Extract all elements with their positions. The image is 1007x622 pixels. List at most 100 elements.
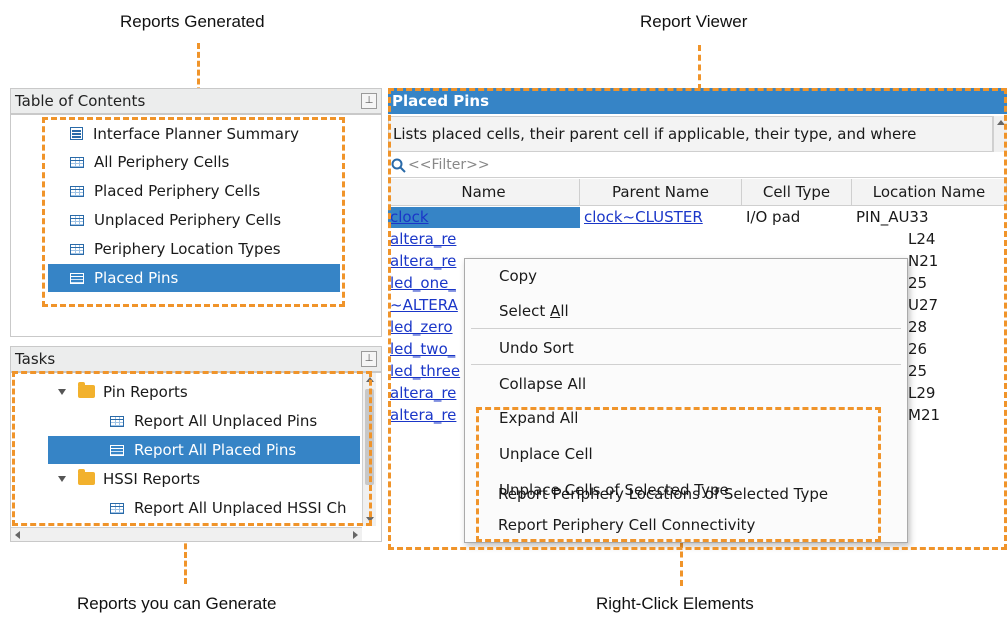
table-cell-location: PIN_AU33 [856, 208, 929, 226]
scroll-thumb[interactable] [365, 389, 374, 485]
connector-right-click-elements [680, 542, 683, 586]
table-cell-link[interactable]: clock [390, 208, 429, 226]
toc-item-label: Placed Pins [94, 269, 179, 287]
tasks-item-report-all-placed-pins[interactable]: Report All Placed Pins [48, 436, 360, 464]
scroll-up-icon[interactable] [997, 120, 1005, 125]
table-cell-parent[interactable]: clock~CLUSTER [584, 207, 742, 228]
viewer-title-bar: Placed Pins [388, 88, 1007, 114]
search-icon[interactable] [391, 158, 407, 174]
filter-bar[interactable]: <<Filter>> [388, 154, 1007, 178]
menu-separator [471, 328, 901, 329]
table-cell-location: 26 [908, 340, 928, 358]
table-icon [110, 445, 124, 456]
scroll-right-icon[interactable] [353, 531, 358, 539]
table-cell-location: N21 [908, 252, 939, 270]
table-icon [70, 273, 84, 284]
folder-icon [78, 469, 95, 485]
connector-report-viewer [698, 45, 701, 90]
table-row-clock-name[interactable]: clock [388, 207, 580, 228]
tasks-item-report-all-unplaced-hssi[interactable]: Report All Unplaced HSSI Ch [110, 494, 360, 522]
table-cell-location: L24 [908, 230, 936, 248]
table-icon [70, 157, 84, 168]
scroll-up-icon[interactable] [366, 377, 374, 382]
tasks-title: Tasks [15, 350, 56, 368]
menu-item-copy[interactable]: Copy [499, 267, 537, 285]
tasks-item-label: Pin Reports [103, 383, 188, 401]
tasks-item-report-all-unplaced-pins[interactable]: Report All Unplaced Pins [110, 407, 317, 435]
toc-item-interface-planner-summary[interactable]: Interface Planner Summary [70, 120, 299, 148]
table-row[interactable]: ~ALTERA [390, 295, 465, 316]
table-cell-link[interactable]: led_two_ [390, 340, 455, 358]
table-cell-link[interactable]: altera_re [390, 384, 456, 402]
toc-item-all-periphery-cells[interactable]: All Periphery Cells [70, 148, 229, 176]
callout-report-viewer: Report Viewer [640, 12, 748, 31]
table-cell-link[interactable]: altera_re [390, 406, 456, 424]
viewer-description: Lists placed cells, their parent cell if… [388, 116, 993, 152]
table-icon [70, 186, 84, 197]
table-cell-link[interactable]: altera_re [390, 230, 456, 248]
table-row[interactable]: altera_re [390, 383, 465, 404]
column-header-parent-name[interactable]: Parent Name [580, 179, 742, 206]
menu-item-unplace-cell[interactable]: Unplace Cell [499, 445, 593, 463]
viewer-title: Placed Pins [392, 92, 490, 110]
table-cell-link[interactable]: led_one_ [390, 274, 456, 292]
toc-item-placed-periphery-cells[interactable]: Placed Periphery Cells [70, 177, 260, 205]
menu-item-undo-sort[interactable]: Undo Sort [499, 339, 574, 357]
table-row[interactable]: led_two_ [390, 339, 465, 360]
table-icon [70, 244, 84, 255]
callout-right-click-elements: Right-Click Elements [596, 594, 754, 613]
menu-item-report-periphery-cell-connectivity[interactable]: Report Periphery Cell Connectivity [498, 516, 755, 534]
folder-icon [78, 382, 95, 398]
scroll-down-icon[interactable] [366, 517, 374, 522]
table-row[interactable]: altera_re [390, 405, 465, 426]
table-cell-link[interactable]: ~ALTERA [390, 296, 458, 314]
toc-item-label: Placed Periphery Cells [94, 182, 261, 200]
column-header-name[interactable]: Name [388, 179, 580, 206]
description-scrollbar[interactable] [993, 116, 1007, 152]
chevron-down-icon[interactable] [58, 389, 66, 395]
table-cell-link[interactable]: clock~CLUSTER [584, 208, 703, 226]
table-cell-location: 28 [908, 318, 928, 336]
table-icon [110, 416, 124, 427]
tasks-item-label: Report All Placed Pins [134, 441, 297, 459]
table-cell-location: U27 [908, 296, 939, 314]
tasks-vertical-scrollbar[interactable] [362, 373, 376, 526]
table-row[interactable]: led_three [390, 361, 465, 382]
tasks-folder-hssi-reports[interactable]: HSSI Reports [58, 465, 200, 493]
menu-item-select-all[interactable]: Select All [499, 302, 569, 320]
toc-pin-icon[interactable]: ⊥ [361, 93, 377, 109]
table-row[interactable]: altera_re [390, 229, 465, 250]
toc-title-bar: Table of Contents [10, 88, 382, 114]
tasks-item-label: HSSI Reports [103, 470, 201, 488]
table-cell-link[interactable]: led_zero [390, 318, 453, 336]
filter-input[interactable]: <<Filter>> [408, 157, 490, 173]
table-cell-link[interactable]: altera_re [390, 252, 456, 270]
table-cell-type: I/O pad [746, 208, 801, 226]
toc-item-label: Periphery Location Types [94, 240, 281, 258]
column-header-location-name[interactable]: Location Name [852, 179, 1007, 206]
toc-item-unplaced-periphery-cells[interactable]: Unplaced Periphery Cells [70, 206, 281, 234]
callout-reports-you-can-generate: Reports you can Generate [77, 594, 277, 613]
tasks-item-label: Report All Unplaced HSSI Ch [134, 499, 347, 517]
table-cell-link[interactable]: led_three [390, 362, 460, 380]
menu-item-report-periphery-locations-selected-type[interactable]: Report Periphery Locations of Selected T… [498, 485, 828, 503]
tasks-pin-icon[interactable]: ⊥ [361, 351, 377, 367]
table-row[interactable]: led_one_ [390, 273, 465, 294]
tasks-item-label: Report All Unplaced Pins [134, 412, 318, 430]
tasks-horizontal-scrollbar[interactable] [11, 527, 362, 541]
table-icon [70, 215, 84, 226]
toc-item-periphery-location-types[interactable]: Periphery Location Types [70, 235, 281, 263]
viewer-description-text: Lists placed cells, their parent cell if… [393, 125, 917, 143]
toc-item-placed-pins[interactable]: Placed Pins [48, 264, 340, 292]
menu-item-collapse-all[interactable]: Collapse All [499, 375, 586, 393]
callout-reports-generated: Reports Generated [120, 12, 265, 31]
summary-icon [70, 127, 83, 140]
column-header-cell-type[interactable]: Cell Type [742, 179, 852, 206]
chevron-down-icon[interactable] [58, 476, 66, 482]
table-row[interactable]: led_zero [390, 317, 465, 338]
toc-title: Table of Contents [15, 92, 146, 110]
scroll-left-icon[interactable] [15, 531, 20, 539]
table-row[interactable]: altera_re [390, 251, 465, 272]
tasks-folder-pin-reports[interactable]: Pin Reports [58, 378, 188, 406]
menu-item-expand-all[interactable]: Expand All [499, 409, 578, 427]
